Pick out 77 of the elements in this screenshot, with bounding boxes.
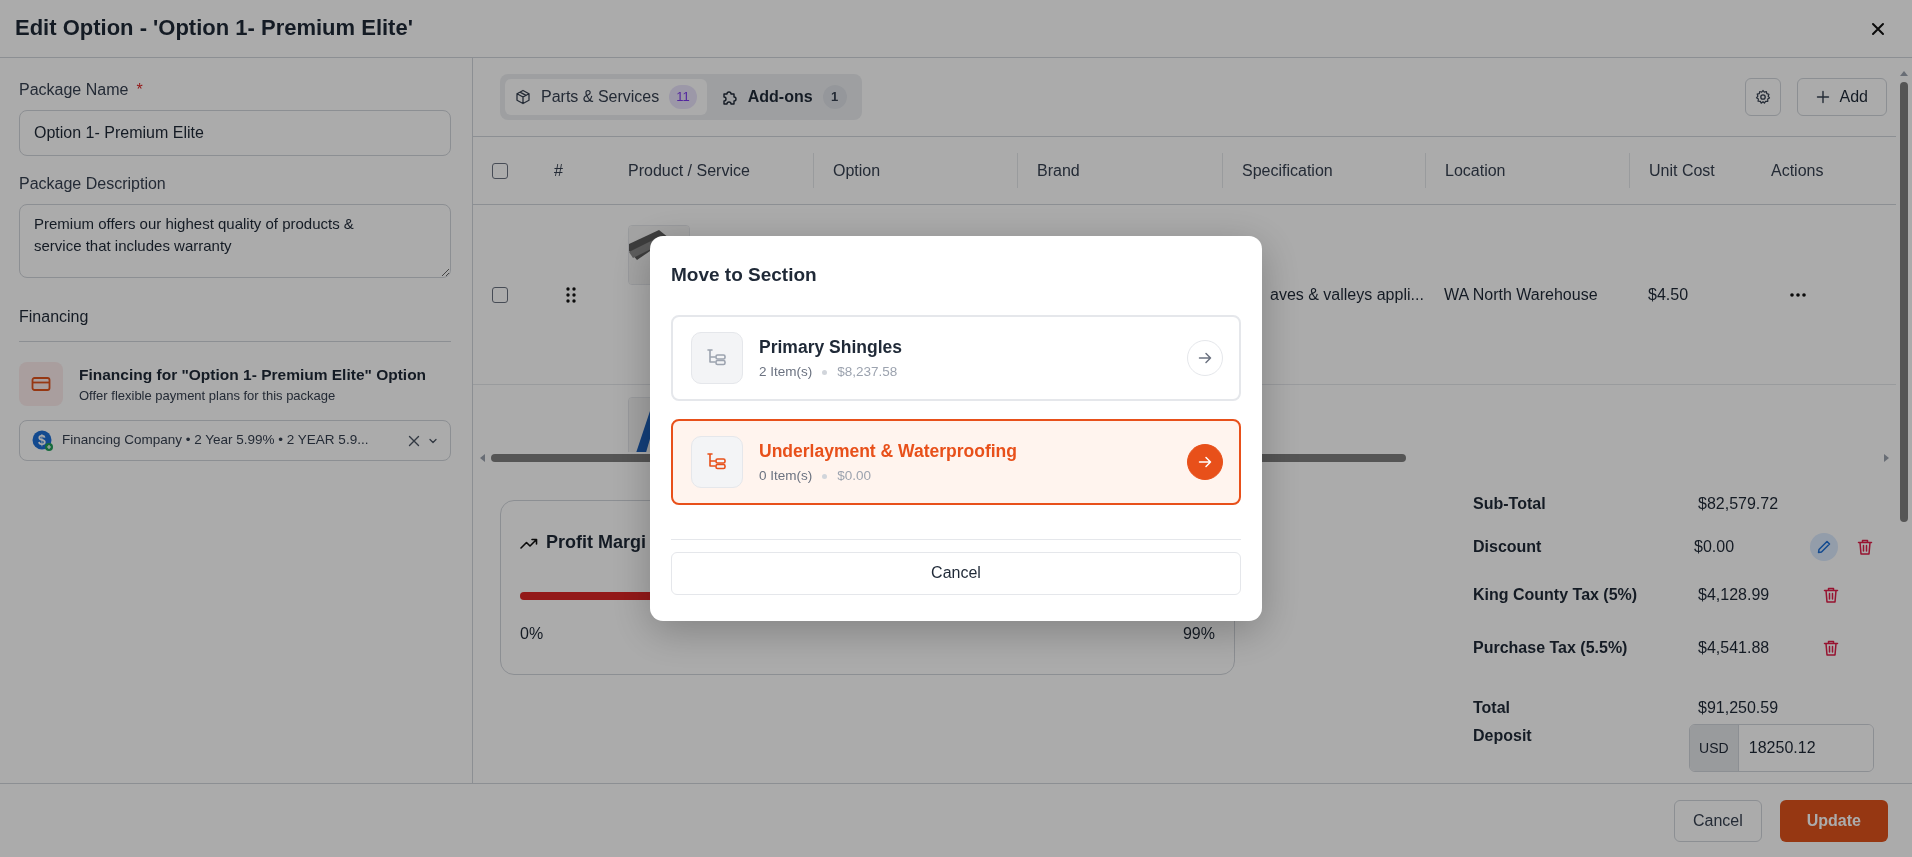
credit-card-icon bbox=[31, 376, 51, 392]
separator-dot bbox=[822, 369, 828, 375]
count-badge: 1 bbox=[822, 85, 847, 109]
drag-handle-icon[interactable] bbox=[566, 286, 576, 303]
section-name: Underlayment & Waterproofing bbox=[759, 439, 1018, 463]
separator-dot bbox=[822, 473, 828, 479]
total-value: $82,579.72 bbox=[1698, 493, 1780, 514]
checkbox[interactable] bbox=[492, 286, 508, 303]
trash-icon[interactable] bbox=[1822, 638, 1840, 657]
more-icon[interactable] bbox=[1790, 292, 1806, 297]
field-label: Package Description bbox=[19, 174, 166, 194]
column-header: Unit Cost bbox=[1649, 160, 1715, 181]
scale-label: 0% bbox=[520, 624, 544, 644]
count-badge: 11 bbox=[669, 85, 697, 109]
trash-icon[interactable] bbox=[1856, 537, 1874, 556]
item-count: 2 Item(s) bbox=[759, 362, 813, 381]
financing-subtitle: Offer flexible payment plans for this package bbox=[79, 386, 337, 405]
total-label: Discount bbox=[1473, 536, 1543, 557]
scale-label: 99% bbox=[1182, 624, 1215, 644]
table-cell-text: aves & valleys appli... bbox=[1270, 284, 1424, 305]
column-header: Option bbox=[833, 160, 881, 181]
financing-title: Financing for "Option 1- Premium Elite" Option bbox=[79, 364, 427, 385]
description-field[interactable]: Premium offers our highest quality of products & service that includes warranty bbox=[19, 204, 451, 278]
total-label: King County Tax (5%) bbox=[1473, 584, 1639, 605]
box-icon bbox=[515, 89, 531, 105]
total-value: $0.00 bbox=[1694, 536, 1736, 557]
cancel-button[interactable]: Cancel bbox=[671, 551, 1241, 595]
trash-icon[interactable] bbox=[1822, 585, 1840, 604]
column-header: Product / Service bbox=[628, 160, 750, 181]
total-value: $4,541.88 bbox=[1698, 637, 1771, 658]
column-header: Specification bbox=[1242, 160, 1333, 181]
column-header: Brand bbox=[1037, 160, 1080, 181]
section-option[interactable]: Underlayment & Waterproofing 0 Item(s) $0.00 bbox=[671, 418, 1241, 505]
pencil-icon bbox=[1816, 538, 1832, 555]
deposit-field[interactable]: USD 18250.12 bbox=[1688, 724, 1874, 772]
section-option[interactable]: Primary Shingles 2 Item(s) $8,237.58 bbox=[671, 314, 1241, 401]
column-header: # bbox=[554, 160, 563, 181]
column-header: Location bbox=[1445, 160, 1506, 181]
edit-button[interactable] bbox=[1810, 532, 1838, 561]
total-label: Purchase Tax (5.5%) bbox=[1473, 637, 1629, 658]
scroll-up-icon bbox=[1900, 70, 1908, 78]
financing-select[interactable]: $ Financing Company • 2 Year 5.99% • 2 YEAR 5.9... bbox=[19, 420, 451, 461]
scrollbar[interactable] bbox=[1900, 82, 1908, 522]
dialog-title: Edit Option - 'Option 1- Premium Elite' bbox=[15, 15, 413, 42]
table-cell-text: $4.50 bbox=[1648, 284, 1689, 305]
checkbox[interactable] bbox=[492, 162, 508, 179]
section-amount: $8,237.58 bbox=[837, 362, 898, 381]
scroll-right-icon bbox=[1882, 454, 1890, 462]
card-title: Profit Margi bbox=[546, 531, 646, 554]
settings-button[interactable] bbox=[1744, 78, 1781, 116]
dialog-title: Move to Section bbox=[671, 264, 818, 287]
total-value: $91,250.59 bbox=[1698, 698, 1780, 718]
item-count: 0 Item(s) bbox=[759, 466, 813, 485]
field-label: Package Name bbox=[19, 80, 129, 100]
tab[interactable]: Add-ons 1 bbox=[710, 79, 857, 115]
close-icon bbox=[1870, 20, 1886, 37]
total-value: $4,128.99 bbox=[1698, 584, 1771, 605]
total-label: Deposit bbox=[1473, 726, 1533, 746]
section-name: Primary Shingles bbox=[759, 335, 903, 359]
clear-icon[interactable] bbox=[408, 434, 420, 447]
total-label: Sub-Total bbox=[1473, 493, 1547, 514]
total-label: Total bbox=[1473, 698, 1512, 718]
scroll-left-icon bbox=[479, 454, 487, 462]
plus-icon bbox=[1815, 90, 1830, 104]
settings-icon bbox=[1754, 89, 1771, 105]
dollar-icon: $ bbox=[32, 429, 54, 452]
name-field[interactable]: Option 1- Premium Elite bbox=[19, 110, 451, 156]
section-heading: Financing bbox=[19, 285, 451, 342]
table-cell-text: WA North Warehouse bbox=[1444, 284, 1598, 305]
trending-up-icon bbox=[520, 536, 538, 549]
tab[interactable]: Parts & Services 11 bbox=[505, 79, 707, 115]
section-amount: $0.00 bbox=[837, 466, 872, 485]
required-mark: * bbox=[136, 80, 143, 100]
cancel-button[interactable]: Cancel bbox=[1673, 799, 1762, 842]
puzzle-icon bbox=[720, 88, 738, 106]
add-button[interactable]: Add bbox=[1796, 78, 1887, 116]
column-header: Actions bbox=[1771, 160, 1824, 181]
